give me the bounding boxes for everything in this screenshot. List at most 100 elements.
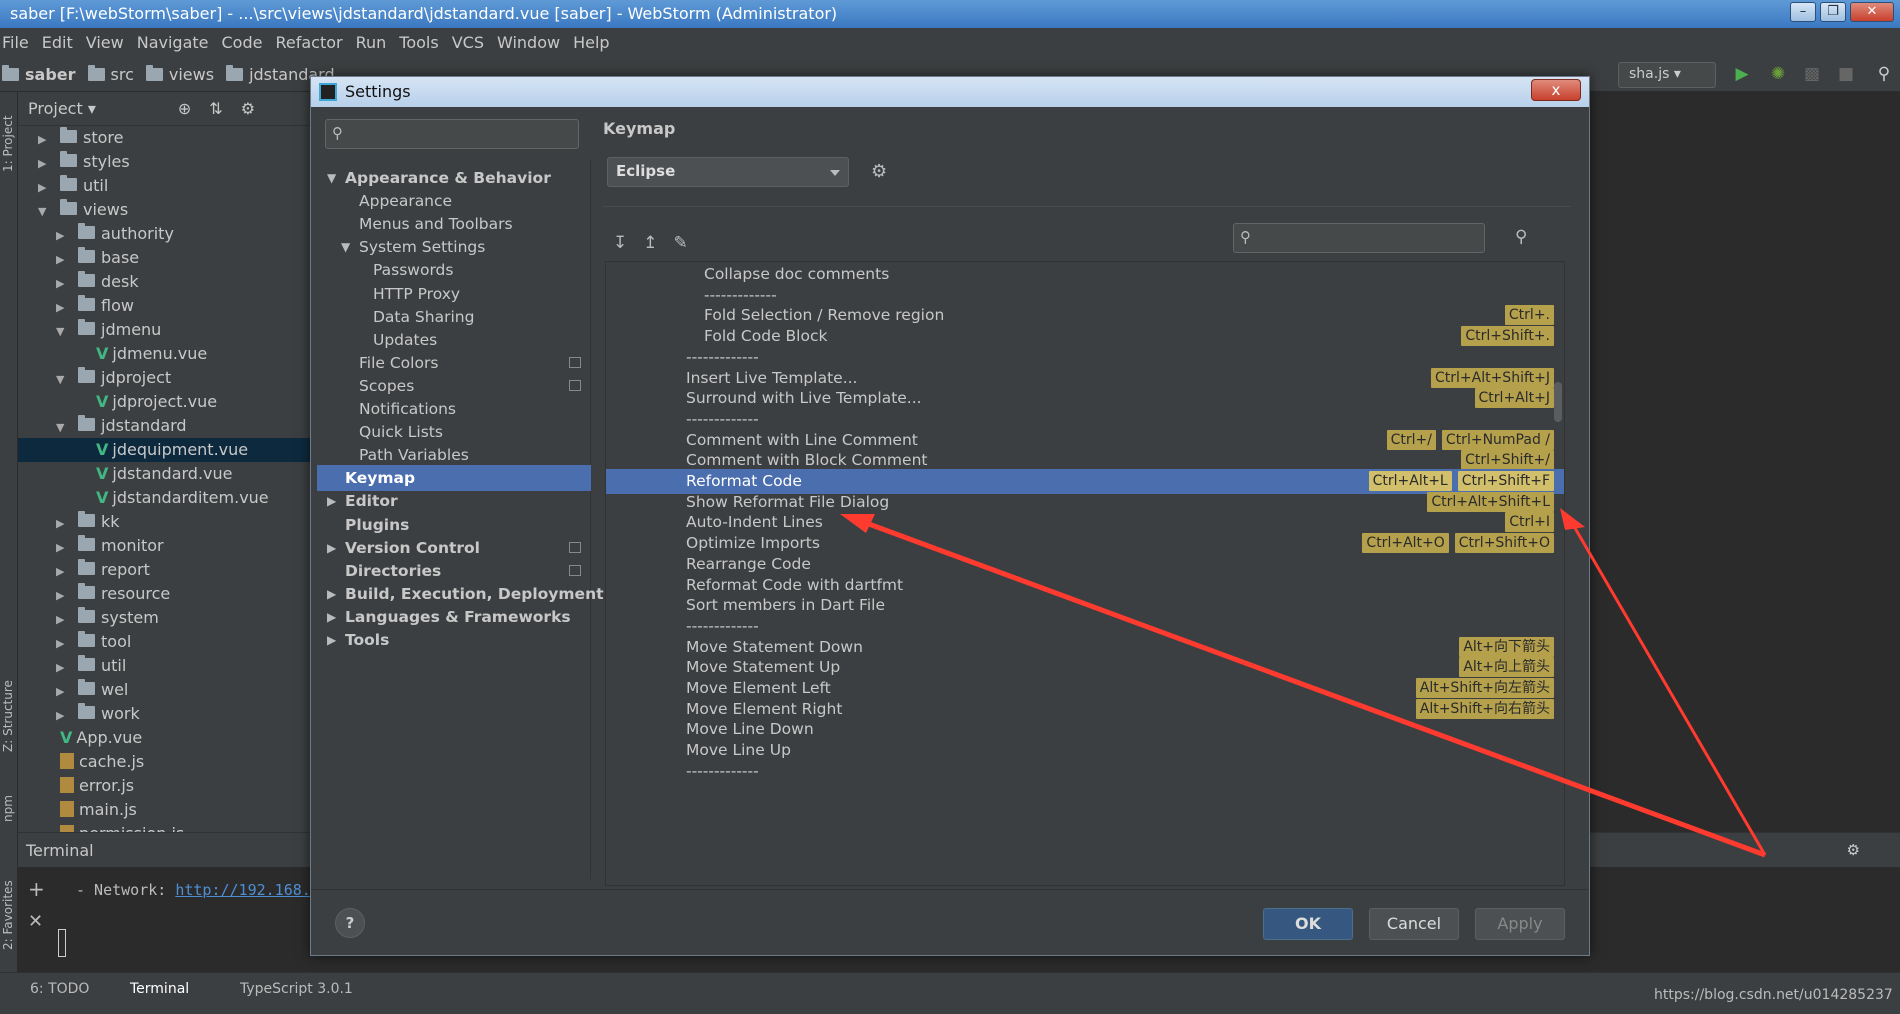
typescript-tab[interactable]: TypeScript 3.0.1 <box>240 981 353 997</box>
chevron-right-icon[interactable]: ▶ <box>56 224 68 248</box>
menu-edit[interactable]: Edit <box>42 33 73 52</box>
tree-folder[interactable]: ▶ kk <box>18 510 313 534</box>
settings-nav-item[interactable]: Keymap <box>317 465 591 492</box>
tree-folder[interactable]: ▼ jdproject <box>18 366 313 390</box>
run-config-select[interactable]: sha.js ▾ <box>1618 62 1716 88</box>
settings-nav-item[interactable]: Data Sharing <box>317 304 591 330</box>
chevron-right-icon[interactable]: ▶ <box>56 704 68 728</box>
settings-nav-item[interactable]: File Colors <box>317 350 591 376</box>
settings-nav-item[interactable]: HTTP Proxy <box>317 281 591 307</box>
tree-folder[interactable]: ▶ flow <box>18 294 313 318</box>
new-session-icon[interactable]: + <box>28 877 45 901</box>
menu-view[interactable]: View <box>86 33 124 52</box>
settings-nav-item[interactable]: ▼ System Settings <box>317 234 591 260</box>
settings-nav-item[interactable]: ▼ Appearance & Behavior <box>317 165 591 191</box>
chevron-right-icon[interactable]: ▶ <box>327 488 336 514</box>
close-icon[interactable]: x <box>1531 79 1581 101</box>
tree-folder[interactable]: ▶ system <box>18 606 313 630</box>
settings-nav-item[interactable]: Directories <box>317 558 591 584</box>
close-session-icon[interactable]: ✕ <box>28 911 43 932</box>
search-everywhere-icon[interactable]: ⚲ <box>1874 64 1894 84</box>
settings-nav-item[interactable]: ▶ Version Control <box>317 535 591 561</box>
tree-folder[interactable]: ▶ report <box>18 558 313 582</box>
tool-tab-npm[interactable]: npm <box>1 795 15 822</box>
tool-tab-project[interactable]: 1: Project <box>1 115 15 172</box>
help-button[interactable]: ? <box>335 908 365 938</box>
expand-all-icon[interactable]: ↧ <box>613 233 627 253</box>
project-title[interactable]: Project <box>28 99 83 118</box>
tree-folder[interactable]: ▶ util <box>18 174 313 198</box>
tree-folder[interactable]: ▼ jdmenu <box>18 318 313 342</box>
tree-folder[interactable]: ▶ resource <box>18 582 313 606</box>
keymap-scheme-select[interactable]: Eclipse <box>607 157 849 187</box>
tree-file[interactable]: main.js <box>18 798 313 822</box>
tree-folder[interactable]: ▶ monitor <box>18 534 313 558</box>
menu-window[interactable]: Window <box>497 33 560 52</box>
tree-folder[interactable]: ▼ views <box>18 198 313 222</box>
chevron-down-icon[interactable]: ▼ <box>56 416 68 440</box>
tree-file[interactable]: Vjdstandard.vue <box>18 462 313 486</box>
chevron-right-icon[interactable]: ▶ <box>38 152 50 176</box>
collapse-all-icon[interactable]: ⇅ <box>209 99 222 118</box>
settings-nav-item[interactable]: ▶ Languages & Frameworks <box>317 604 591 630</box>
find-by-shortcut-icon[interactable]: ⚲ <box>1515 227 1527 247</box>
chevron-right-icon[interactable]: ▶ <box>38 128 50 152</box>
keymap-action-row[interactable]: ------------- <box>606 759 1564 784</box>
settings-nav-item[interactable]: Scopes <box>317 373 591 399</box>
menu-help[interactable]: Help <box>573 33 609 52</box>
restore-icon[interactable]: ❐ <box>1820 2 1846 22</box>
tree-folder[interactable]: ▶ base <box>18 246 313 270</box>
menu-refactor[interactable]: Refactor <box>275 33 342 52</box>
chevron-right-icon[interactable]: ▶ <box>327 535 336 561</box>
chevron-down-icon[interactable]: ▼ <box>56 320 68 344</box>
settings-nav-item[interactable]: ▶ Tools <box>317 627 591 653</box>
tree-folder[interactable]: ▶ wel <box>18 678 313 702</box>
chevron-right-icon[interactable]: ▶ <box>56 608 68 632</box>
chevron-right-icon[interactable]: ▶ <box>56 680 68 704</box>
chevron-right-icon[interactable]: ▶ <box>38 176 50 200</box>
chevron-right-icon[interactable]: ▶ <box>56 560 68 584</box>
settings-nav-item[interactable]: Path Variables <box>317 442 591 468</box>
menu-code[interactable]: Code <box>222 33 263 52</box>
menu-vcs[interactable]: VCS <box>452 33 484 52</box>
gear-icon[interactable]: ⚙ <box>871 161 887 182</box>
collapse-all-icon[interactable]: ↥ <box>643 233 657 253</box>
minimize-icon[interactable]: – <box>1790 2 1816 22</box>
chevron-right-icon[interactable]: ▶ <box>56 656 68 680</box>
keymap-search-input[interactable]: ⚲ <box>1233 223 1485 253</box>
tree-file[interactable]: Vjdequipment.vue <box>18 438 313 462</box>
chevron-right-icon[interactable]: ▶ <box>327 581 336 607</box>
settings-nav-item[interactable]: ▶ Build, Execution, Deployment <box>317 581 604 607</box>
menu-tools[interactable]: Tools <box>399 33 438 52</box>
settings-nav-item[interactable]: Updates <box>317 327 591 353</box>
menu-file[interactable]: File <box>2 33 29 52</box>
tree-folder[interactable]: ▼ jdstandard <box>18 414 313 438</box>
terminal-cursor[interactable] <box>58 929 66 957</box>
todo-tab[interactable]: 6: TODO <box>30 981 89 997</box>
tree-folder[interactable]: ▶ store <box>18 126 313 150</box>
chevron-right-icon[interactable]: ▶ <box>327 627 336 653</box>
tree-folder[interactable]: ▶ authority <box>18 222 313 246</box>
close-window-icon[interactable]: ✕ <box>1850 2 1894 22</box>
menu-navigate[interactable]: Navigate <box>137 33 209 52</box>
tree-file[interactable]: cache.js <box>18 750 313 774</box>
tree-file[interactable]: Vjdstandarditem.vue <box>18 486 313 510</box>
chevron-right-icon[interactable]: ▶ <box>56 272 68 296</box>
edit-icon[interactable]: ✎ <box>674 233 688 253</box>
chevron-down-icon[interactable]: ▼ <box>327 165 336 191</box>
terminal-tab[interactable]: Terminal <box>130 981 189 997</box>
ok-button[interactable]: OK <box>1263 908 1353 940</box>
tool-tab-structure[interactable]: Z: Structure <box>1 680 15 752</box>
gear-icon[interactable]: ⚙ <box>241 99 255 118</box>
settings-nav-item[interactable]: Quick Lists <box>317 419 591 445</box>
tree-folder[interactable]: ▶ tool <box>18 630 313 654</box>
run-icon[interactable]: ▶ <box>1732 64 1752 84</box>
tree-folder[interactable]: ▶ styles <box>18 150 313 174</box>
breadcrumb-item[interactable]: saber <box>2 65 76 84</box>
locate-icon[interactable]: ⊕ <box>178 99 191 118</box>
network-link[interactable]: http://192.168. <box>175 881 310 899</box>
chevron-right-icon[interactable]: ▶ <box>56 632 68 656</box>
breadcrumb-item[interactable]: src <box>87 65 134 84</box>
tree-file[interactable]: error.js <box>18 774 313 798</box>
chevron-right-icon[interactable]: ▶ <box>56 248 68 272</box>
